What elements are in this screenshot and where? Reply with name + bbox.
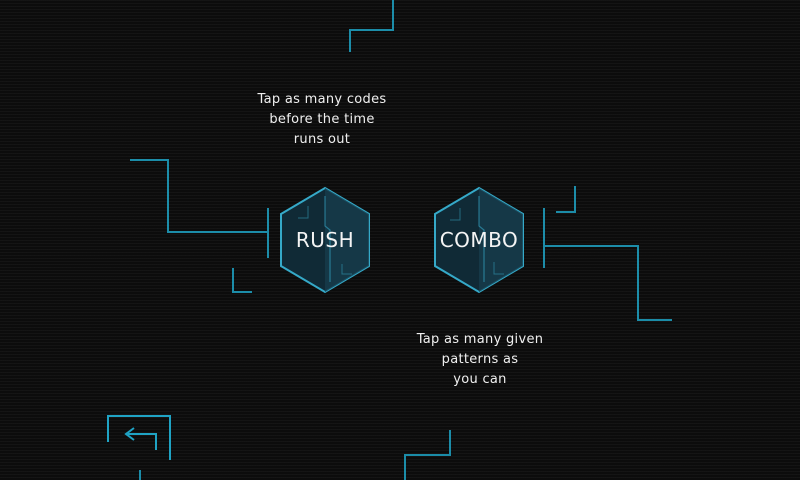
rush-description-line: runs out — [293, 132, 351, 147]
rush-description: Tap as many codes before the time runs o… — [222, 90, 422, 150]
circuit-lines-decoration — [130, 0, 672, 480]
combo-description: Tap as many given patterns as you can — [380, 330, 580, 390]
mode-select-screen: Tap as many codes before the time runs o… — [0, 0, 800, 480]
combo-mode-button[interactable]: COMBO — [432, 186, 526, 294]
combo-description-line: patterns as — [441, 352, 519, 367]
rush-mode-label: RUSH — [295, 228, 355, 252]
rush-mode-button[interactable]: RUSH — [278, 186, 372, 294]
rush-description-line: before the time — [269, 112, 375, 127]
combo-description-line: you can — [453, 372, 507, 387]
combo-mode-label: COMBO — [439, 228, 519, 252]
combo-description-line: Tap as many given — [416, 332, 544, 347]
rush-description-line: Tap as many codes — [257, 92, 387, 107]
back-button[interactable] — [106, 414, 172, 464]
back-arrow-icon — [107, 415, 171, 460]
